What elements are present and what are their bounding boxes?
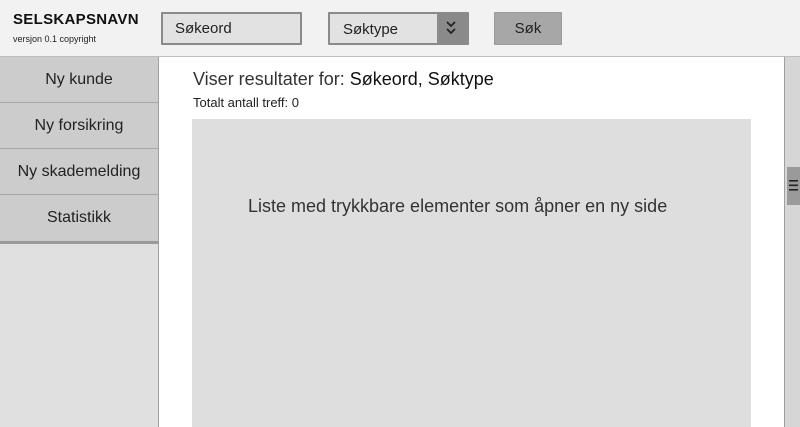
results-heading: Viser resultater for: Søkeord, Søktype <box>193 69 494 90</box>
result-list-placeholder: Liste med trykkbare elementer som åpner … <box>248 196 668 216</box>
vertical-scrollbar[interactable] <box>784 57 800 427</box>
scroll-thumb[interactable] <box>787 167 800 205</box>
brand: SELSKAPSNAVN versjon 0.1 copyright <box>13 11 139 44</box>
total-hits: Totalt antall treff: 0 <box>193 95 299 110</box>
sidebar: Ny kunde Ny forsikring Ny skademelding S… <box>0 57 159 427</box>
search-type-value: Søktype <box>343 21 399 38</box>
version-text: versjon 0.1 copyright <box>13 34 97 44</box>
sidebar-item-statistikk[interactable]: Statistikk <box>0 195 158 241</box>
grip-lines-icon <box>789 180 798 191</box>
app-header: SELSKAPSNAVN versjon 0.1 copyright Søkty… <box>0 0 800 57</box>
sidebar-menu: Ny kunde Ny forsikring Ny skademelding S… <box>0 57 158 244</box>
chevron-double-icon <box>446 21 456 35</box>
main-content: Viser resultater for: Søkeord, Søktype T… <box>159 57 784 427</box>
search-button[interactable]: Søk <box>494 12 562 45</box>
sidebar-item-ny-forsikring[interactable]: Ny forsikring <box>0 103 158 149</box>
search-input[interactable] <box>161 12 302 45</box>
results-prefix: Viser resultater for: <box>193 69 350 89</box>
dropdown-toggle[interactable] <box>437 14 467 43</box>
sidebar-item-ny-kunde[interactable]: Ny kunde <box>0 57 158 103</box>
sidebar-item-ny-skademelding[interactable]: Ny skademelding <box>0 149 158 195</box>
result-list[interactable]: Liste med trykkbare elementer som åpner … <box>192 119 751 427</box>
search-type-select[interactable]: Søktype <box>328 12 469 45</box>
company-name: SELSKAPSNAVN <box>13 11 139 28</box>
results-terms: Søkeord, Søktype <box>349 69 494 89</box>
